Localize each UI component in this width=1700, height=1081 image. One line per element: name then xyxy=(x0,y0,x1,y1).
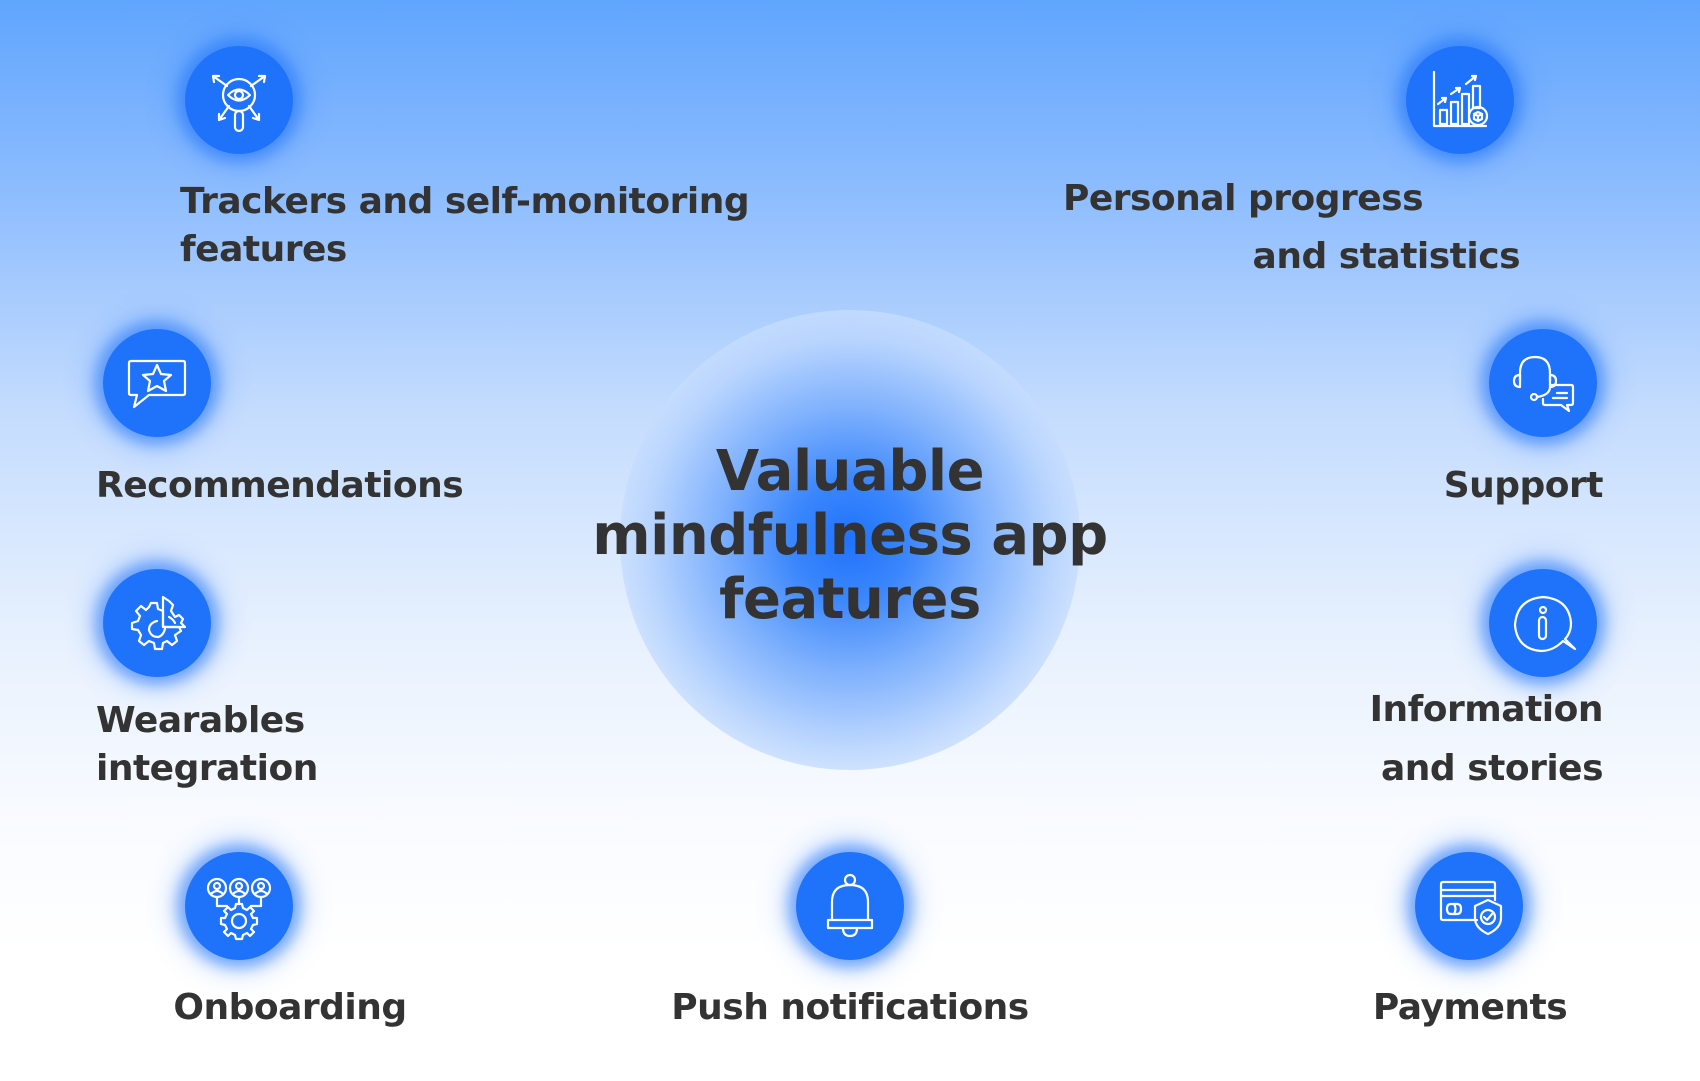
bar-chart-growth-icon xyxy=(1406,46,1514,154)
headset-chat-icon xyxy=(1489,329,1597,437)
label-line: Support xyxy=(1443,465,1604,506)
label-line: Push notifications xyxy=(671,987,1029,1028)
feature-label-push: Push notifications xyxy=(650,984,1050,1032)
feature-label-payments: Payments xyxy=(1310,984,1630,1032)
page-title: Valuable mindfulness app features xyxy=(550,440,1150,632)
label-line: Recommendations xyxy=(96,465,464,506)
gears-icon xyxy=(103,569,211,677)
feature-label-progress: Personal progress and statistics xyxy=(1062,175,1521,281)
label-line: Trackers and self-monitoring xyxy=(180,181,750,222)
title-line-3: features xyxy=(719,567,981,632)
label-line: and stories xyxy=(1380,748,1604,789)
feature-label-trackers: Trackers and self-monitoring features xyxy=(180,178,750,274)
feature-label-onboarding: Onboarding xyxy=(160,984,420,1032)
feature-label-information: Information and stories xyxy=(1369,686,1604,793)
eye-magnifier-arrows-icon xyxy=(185,46,293,154)
label-line: Payments xyxy=(1372,987,1568,1028)
feature-label-wearables: Wearables integration xyxy=(96,697,318,793)
feature-label-support: Support xyxy=(1443,462,1604,510)
feature-label-recommendations: Recommendations xyxy=(96,462,464,510)
label-line: features xyxy=(180,229,347,270)
label-line: Information xyxy=(1369,689,1604,730)
users-gear-icon xyxy=(185,852,293,960)
label-line: Personal progress xyxy=(1062,178,1424,219)
star-speech-bubble-icon xyxy=(103,329,211,437)
title-line-2: mindfulness app xyxy=(592,503,1108,568)
info-speech-bubble-icon xyxy=(1489,569,1597,677)
title-line-1: Valuable xyxy=(715,439,985,504)
label-line: and statistics xyxy=(1252,236,1521,277)
bell-icon xyxy=(796,852,904,960)
card-shield-icon xyxy=(1415,852,1523,960)
label-line: integration xyxy=(96,748,318,789)
label-line: Wearables xyxy=(96,700,305,741)
label-line: Onboarding xyxy=(173,987,407,1028)
